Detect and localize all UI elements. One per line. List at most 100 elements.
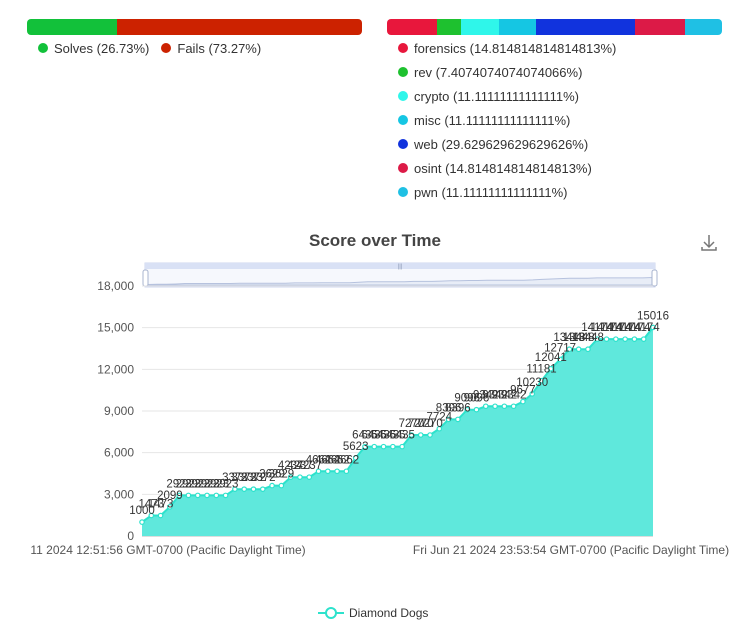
y-tick-label: 18,000 xyxy=(97,279,134,293)
data-label: 15016 xyxy=(637,310,669,322)
data-label: 6435 xyxy=(389,430,415,442)
category-segment-pwn xyxy=(684,19,722,35)
category-segment-crypto xyxy=(461,19,499,35)
data-point[interactable] xyxy=(204,492,210,499)
category-breakdown-bar xyxy=(387,19,722,35)
data-point[interactable] xyxy=(259,486,266,492)
x-tick-label: Fri Jun 21 2024 23:53:54 GMT-0700 (Pacif… xyxy=(413,543,729,557)
x-tick-label: 11 2024 12:51:56 GMT-0700 (Pacific Dayli… xyxy=(30,543,305,557)
data-point[interactable] xyxy=(492,403,498,410)
data-point[interactable] xyxy=(390,443,396,450)
data-label: 14174 xyxy=(628,322,661,334)
legend-dot xyxy=(398,67,408,77)
data-label: 11181 xyxy=(526,364,556,376)
data-point[interactable] xyxy=(603,336,610,342)
legend-text: crypto (11.11111111111111%) xyxy=(414,88,580,104)
data-point[interactable] xyxy=(334,468,340,475)
data-point[interactable] xyxy=(631,336,638,342)
chart-title: Score over Time xyxy=(309,231,441,250)
category-segment-rev xyxy=(436,19,462,35)
solves-legend-item-Fails[interactable]: Fails (73.27%) xyxy=(161,36,261,60)
legend-dot xyxy=(398,115,408,125)
legend-item-diamond-dogs[interactable]: Diamond Dogs xyxy=(318,606,428,620)
category-legend-item-rev[interactable]: rev (7.4074074074074066%) xyxy=(398,60,616,84)
data-point[interactable] xyxy=(222,492,229,499)
legend-dot xyxy=(38,43,48,53)
data-point[interactable] xyxy=(306,474,313,480)
zoom-handle-right[interactable] xyxy=(651,269,658,287)
data-point[interactable] xyxy=(371,443,378,450)
score-over-time-chart: Score over Time ||| 0 3,000 6,000 9,000 12,0… xyxy=(30,230,729,620)
solves-segment-Solves xyxy=(27,19,117,35)
data-point[interactable] xyxy=(278,482,285,489)
data-point[interactable] xyxy=(380,443,387,450)
category-segment-forensics xyxy=(387,19,437,35)
zoom-handle-left[interactable] xyxy=(142,269,149,287)
data-point[interactable] xyxy=(139,519,145,525)
y-tick-label: 9,000 xyxy=(104,404,134,418)
legend-dot xyxy=(161,43,172,53)
legend-text: pwn (11.11111111111111%) xyxy=(414,184,568,200)
data-label: 5623 xyxy=(343,441,369,453)
category-segment-web xyxy=(535,19,636,35)
data-point[interactable] xyxy=(640,336,647,342)
data-point[interactable] xyxy=(501,403,508,410)
data-point[interactable] xyxy=(194,492,201,499)
legend-text: web (29.629629629629626%) xyxy=(414,136,589,152)
solves-fails-bar xyxy=(27,19,362,35)
legend-dot xyxy=(398,187,408,197)
data-point[interactable] xyxy=(297,474,303,480)
data-point[interactable] xyxy=(325,468,331,475)
data-point[interactable] xyxy=(343,468,350,475)
category-legend-item-web[interactable]: web (29.629629629629626%) xyxy=(398,132,616,156)
solves-segment-Fails xyxy=(116,19,362,35)
legend-dot xyxy=(398,91,408,101)
category-legend-item-pwn[interactable]: pwn (11.11111111111111%) xyxy=(398,180,616,204)
legend-text: Fails (73.27%) xyxy=(177,40,262,56)
y-tick-label: 6,000 xyxy=(104,446,134,460)
data-point[interactable] xyxy=(185,492,192,499)
category-segment-osint xyxy=(635,19,685,35)
solves-fails-legend: Solves (26.73%) Fails (73.27%) xyxy=(38,36,261,60)
data-point[interactable] xyxy=(250,486,257,492)
data-point[interactable] xyxy=(241,486,248,492)
category-segment-misc xyxy=(498,19,536,35)
data-point[interactable] xyxy=(399,443,405,450)
data-point[interactable] xyxy=(213,492,220,499)
data-point[interactable] xyxy=(585,346,591,353)
category-legend-item-forensics[interactable]: forensics (14.814814814814813%) xyxy=(398,36,616,60)
legend-text: misc (11.11111111111111%) xyxy=(414,112,571,128)
legend-dot xyxy=(398,43,408,53)
y-tick-label: 12,000 xyxy=(97,362,134,376)
category-legend-item-osint[interactable]: osint (14.814814814814813%) xyxy=(398,156,616,180)
zoom-range-slider[interactable]: ||| xyxy=(142,262,658,288)
category-legend-item-misc[interactable]: misc (11.11111111111111%) xyxy=(398,108,616,132)
category-breakdown-legend: forensics (14.814814814814813%) rev (7.40… xyxy=(398,36,616,204)
data-point[interactable] xyxy=(510,403,517,410)
data-label: 10230 xyxy=(516,377,548,389)
category-legend-item-crypto[interactable]: crypto (11.11111111111111%) xyxy=(398,84,616,108)
data-point[interactable] xyxy=(157,512,164,519)
legend-text: osint (14.814814814814813%) xyxy=(414,160,592,176)
legend-label: Diamond Dogs xyxy=(349,606,428,620)
y-tick-label: 0 xyxy=(127,529,134,543)
data-point[interactable] xyxy=(482,403,489,410)
y-tick-label: 15,000 xyxy=(97,321,134,335)
data-label: 4662 xyxy=(334,454,360,466)
legend-text: forensics (14.814814814814813%) xyxy=(414,40,617,56)
data-point[interactable] xyxy=(613,336,619,342)
download-icon[interactable] xyxy=(696,230,722,256)
legend-dot xyxy=(398,163,408,173)
data-point[interactable] xyxy=(417,432,424,438)
y-tick-label: 3,000 xyxy=(104,487,134,501)
y-axis-ticks: 0 3,000 6,000 9,000 12,000 15,000 18,000 xyxy=(97,279,134,543)
legend-text: Solves (26.73%) xyxy=(54,40,150,56)
data-point[interactable] xyxy=(473,406,480,413)
data-point[interactable] xyxy=(575,346,582,353)
data-point[interactable] xyxy=(427,432,433,438)
data-point[interactable] xyxy=(455,416,461,423)
data-point[interactable] xyxy=(622,336,628,342)
solves-legend-item-Solves[interactable]: Solves (26.73%) xyxy=(38,36,149,60)
legend-text: rev (7.4074074074074066%) xyxy=(414,64,583,80)
legend-dot xyxy=(398,139,408,149)
